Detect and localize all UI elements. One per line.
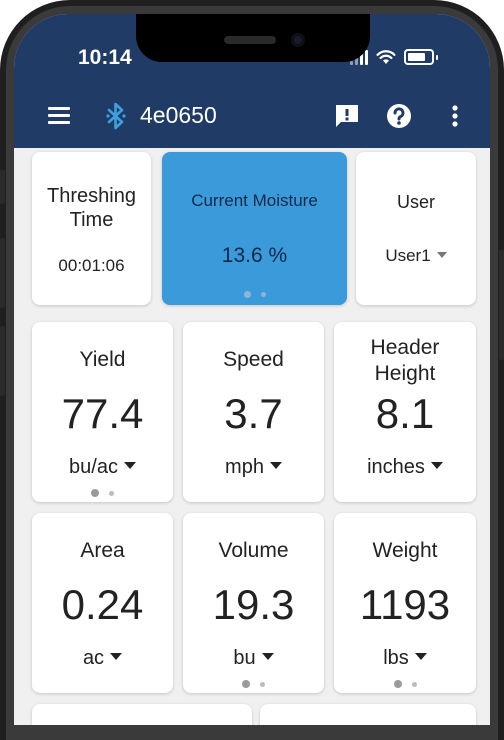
metric-card-partial-right[interactable]: [260, 704, 476, 725]
user-card[interactable]: User User1: [356, 152, 476, 305]
mute-switch: [0, 170, 5, 204]
unit-value: mph: [225, 456, 264, 478]
metric-card-area[interactable]: Area 0.24 ac: [32, 513, 173, 693]
unit-select[interactable]: ac: [32, 647, 173, 670]
page-dot-active: [393, 680, 402, 688]
page-dot-active: [242, 680, 250, 688]
threshing-time-card[interactable]: Threshing Time 00:01:06: [32, 152, 151, 305]
moisture-value: 13.6 %: [221, 244, 288, 267]
unit-select[interactable]: bu: [183, 647, 324, 670]
status-time: 10:14: [78, 46, 132, 69]
metric-card-header-height[interactable]: Header Height 8.1 inches: [334, 322, 476, 502]
app-bar: 10:14 4e0650: [14, 14, 490, 148]
metric-label: Volume: [218, 539, 289, 562]
unit-value: lbs: [383, 647, 409, 669]
camera: [291, 33, 305, 47]
metric-value: 1193: [359, 581, 451, 628]
current-moisture-card[interactable]: Current Moisture 13.6 %: [162, 152, 347, 305]
page-dot: [260, 681, 265, 687]
page-dot: [109, 490, 114, 496]
unit-select[interactable]: inches: [334, 456, 476, 479]
metric-label: Weight: [372, 539, 438, 562]
moisture-page-dots: [162, 291, 347, 298]
metric-page-dots: [32, 489, 173, 497]
device-name: 4e0650: [140, 102, 217, 128]
chevron-down-icon: [261, 653, 274, 661]
screen: 10:14 4e0650 Threshing Time 00:01:06 Cur…: [14, 14, 490, 725]
page-dot: [411, 681, 417, 687]
metric-value: 0.24: [61, 581, 144, 628]
metric-label-line1: Header: [370, 336, 440, 359]
toolbar: 4e0650: [14, 94, 490, 140]
more-vert-icon[interactable]: [440, 101, 470, 131]
user-value: User1: [385, 246, 431, 265]
wifi-icon: [376, 50, 396, 64]
metric-label: Area: [80, 539, 125, 562]
feedback-alert-icon[interactable]: [332, 101, 362, 131]
help-icon[interactable]: [384, 101, 414, 131]
volume-down-button: [0, 326, 5, 396]
chevron-down-icon: [110, 653, 123, 661]
threshing-label-line2: Time: [69, 209, 114, 231]
metric-label-line2: Height: [374, 362, 436, 385]
page-dot: [260, 292, 266, 297]
metric-value: 8.1: [375, 390, 435, 437]
chevron-down-icon: [123, 462, 136, 470]
user-label: User: [396, 192, 435, 212]
unit-select[interactable]: lbs: [334, 647, 476, 670]
battery-icon: [404, 49, 434, 65]
bluetooth-icon: [106, 102, 126, 130]
menu-icon[interactable]: [48, 107, 70, 125]
metric-page-dots: [334, 680, 476, 688]
metric-label: Yield: [79, 348, 126, 371]
metric-page-dots: [183, 680, 324, 688]
threshing-label-line1: Threshing: [47, 185, 136, 207]
page-dot-active: [243, 291, 251, 298]
metric-card-yield[interactable]: Yield 77.4 bu/ac: [32, 322, 173, 502]
unit-value: bu/ac: [69, 456, 118, 478]
unit-select[interactable]: bu/ac: [32, 456, 173, 479]
unit-value: ac: [82, 647, 105, 669]
volume-up-button: [0, 238, 5, 308]
chevron-down-icon: [436, 251, 447, 258]
metric-card-speed[interactable]: Speed 3.7 mph: [183, 322, 324, 502]
metric-card-weight[interactable]: Weight 1193 lbs: [334, 513, 476, 693]
metric-value: 77.4: [61, 390, 144, 437]
chevron-down-icon: [269, 462, 282, 470]
unit-value: bu: [233, 647, 256, 669]
metric-label: Speed: [223, 348, 284, 371]
chevron-down-icon: [414, 653, 427, 661]
speaker: [224, 36, 276, 44]
battery-nub: [436, 54, 438, 60]
threshing-time-value: 00:01:06: [58, 256, 125, 275]
unit-select[interactable]: mph: [183, 456, 324, 479]
power-button: [499, 250, 504, 360]
chevron-down-icon: [430, 462, 443, 470]
metric-card-volume[interactable]: Volume 19.3 bu: [183, 513, 324, 693]
metric-value: 19.3: [212, 581, 295, 628]
unit-value: inches: [367, 456, 425, 478]
metric-value: 3.7: [224, 390, 283, 437]
moisture-label: Current Moisture: [191, 191, 318, 210]
page-dot-active: [91, 489, 99, 497]
metric-card-partial-left[interactable]: [32, 704, 252, 725]
user-select[interactable]: User1: [356, 244, 476, 268]
